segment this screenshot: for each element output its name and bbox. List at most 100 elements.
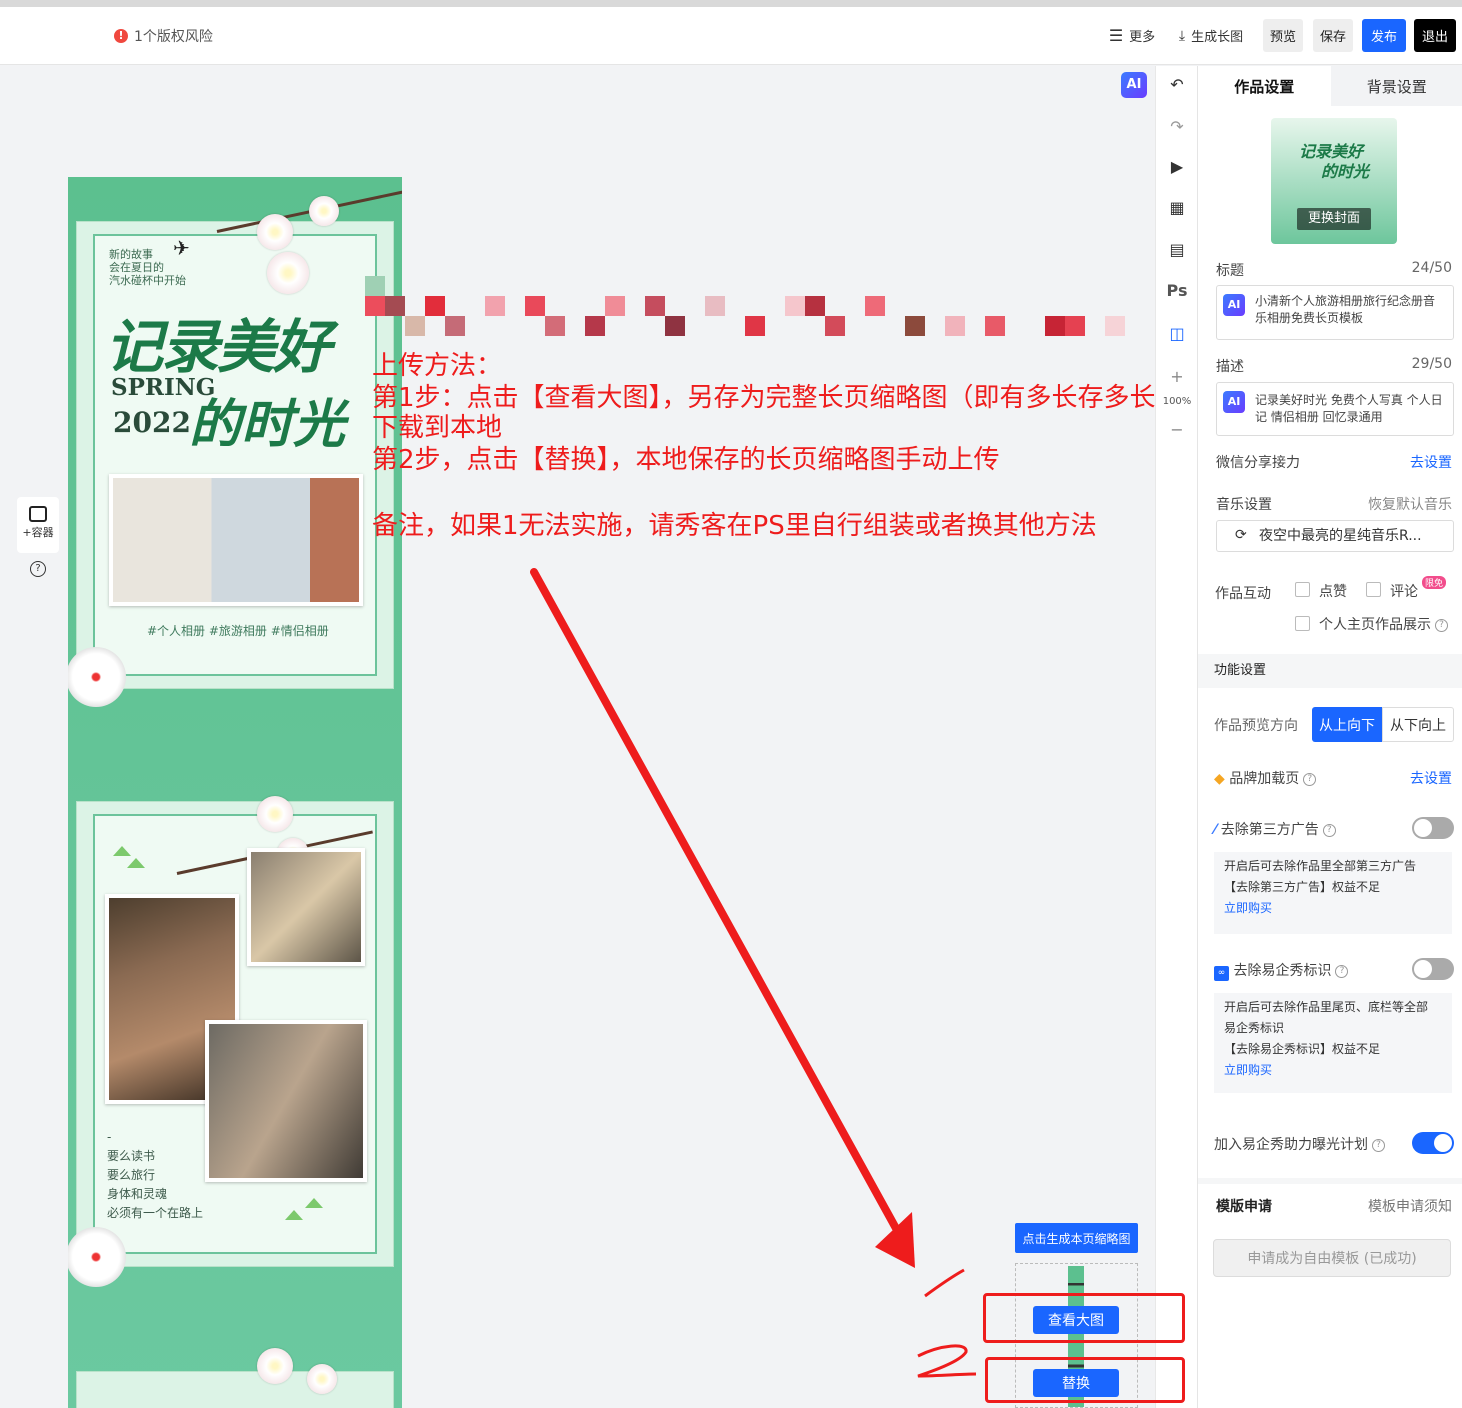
question-icon[interactable]: ?: [1435, 618, 1448, 632]
undo-icon[interactable]: ↶: [1166, 74, 1188, 96]
triangle-decoration: [305, 1198, 323, 1208]
function-settings-header: 功能设置: [1198, 654, 1462, 688]
description-input[interactable]: AI 记录美好时光 免费个人写真 个人日记 情侣相册 回忆录通用: [1216, 382, 1454, 436]
publish-button[interactable]: 发布: [1362, 19, 1406, 52]
exposure-toggle[interactable]: [1412, 1132, 1454, 1154]
poem-text: - 要么读书 要么旅行 身体和灵魂 必须有一个在路上: [107, 1128, 203, 1223]
question-icon[interactable]: ?: [1335, 964, 1349, 978]
buy-now-link[interactable]: 立即购买: [1224, 1060, 1442, 1081]
comment-label: 评论: [1390, 584, 1418, 600]
question-icon[interactable]: ?: [1322, 823, 1336, 837]
tab-work-settings[interactable]: 作品设置: [1198, 66, 1331, 106]
poem-line: -: [107, 1130, 112, 1144]
warning-icon: !: [114, 29, 128, 43]
ai-icon[interactable]: AI: [1223, 391, 1245, 413]
settings-panel: 作品设置 背景设置 记录美好 的时光 更换封面 标题 24/50 AI 小清新个…: [1197, 66, 1462, 1408]
question-icon[interactable]: ?: [1372, 1138, 1385, 1152]
wechat-settings-link[interactable]: 去设置: [1410, 452, 1452, 472]
poem-line: 必须有一个在路上: [107, 1206, 204, 1220]
tab-background-settings[interactable]: 背景设置: [1330, 66, 1462, 106]
remove-logo-toggle[interactable]: [1412, 958, 1454, 980]
grid-icon[interactable]: ▦: [1166, 197, 1188, 219]
copyright-warning[interactable]: ! 1个版权风险: [114, 26, 213, 46]
white-flower-decoration: [68, 1227, 126, 1287]
add-container-tool[interactable]: +容器: [17, 497, 59, 553]
cover-title: 记录美好 的时光: [1299, 142, 1369, 182]
image-icon: [29, 506, 47, 522]
highlight-box-2: [985, 1357, 1185, 1403]
music-selector[interactable]: ⟳ 夜空中最亮的星纯音乐R...: [1216, 520, 1454, 552]
pixel-block: [825, 316, 845, 336]
redo-icon[interactable]: ↷: [1166, 116, 1188, 138]
highlight-box-1: [983, 1293, 1185, 1343]
pixel-block: [805, 296, 825, 316]
poster-tags: #个人相册 #旅游相册 #情侣相册: [147, 624, 329, 638]
preview-direction-label: 作品预览方向: [1214, 718, 1298, 734]
zoom-out-icon[interactable]: −: [1166, 419, 1188, 441]
description-value: 记录美好时光 免费个人写真 个人日记 情侣相册 回忆录通用: [1255, 393, 1443, 424]
remove-ads-toggle[interactable]: [1412, 817, 1454, 839]
poster-title-line1: 记录美好: [105, 313, 331, 381]
cover-title-line: 的时光: [1321, 162, 1370, 181]
preview-button[interactable]: 预览: [1263, 19, 1303, 52]
pixel-block: [385, 296, 405, 316]
change-cover-button[interactable]: 更换封面: [1297, 208, 1371, 230]
buy-now-link[interactable]: 立即购买: [1224, 898, 1442, 919]
profile-show-checkbox[interactable]: [1295, 616, 1310, 631]
brand-settings-link[interactable]: 去设置: [1410, 768, 1452, 788]
intro-line: 汽水碰杯中开始: [109, 274, 186, 287]
save-button[interactable]: 保存: [1313, 19, 1353, 52]
ps-icon[interactable]: Ps: [1166, 280, 1188, 302]
pixel-block: [445, 316, 465, 336]
like-checkbox[interactable]: [1295, 582, 1310, 597]
pixel-block: [485, 296, 505, 316]
more-button[interactable]: ☰ 更多: [1104, 19, 1160, 52]
title-input[interactable]: AI 小清新个人旅游相册旅行纪念册音乐相册免费长页模板: [1216, 285, 1454, 340]
like-label: 点赞: [1319, 584, 1347, 600]
white-flower-decoration: [68, 647, 126, 707]
generate-long-image-button[interactable]: ⤓ 生成长图: [1170, 19, 1252, 52]
direction-bottom-up[interactable]: 从下向上: [1382, 707, 1454, 742]
description-label: 描述: [1216, 359, 1244, 375]
chart-icon[interactable]: ◫: [1166, 323, 1188, 345]
flower-decoration: [257, 796, 293, 832]
generate-thumbnail-button[interactable]: 点击生成本页缩略图: [1015, 1223, 1138, 1253]
direction-top-down[interactable]: 从上向下: [1312, 707, 1382, 742]
info-line: 易企秀标识: [1224, 1021, 1285, 1035]
remove-ads-info: 开启后可去除作品里全部第三方广告 【去除第三方广告】权益不足 立即购买: [1214, 852, 1452, 934]
exposure-text: 加入易企秀助力曝光计划: [1214, 1137, 1368, 1153]
brand-loading-text: 品牌加载页: [1229, 771, 1300, 787]
help-icon[interactable]: ?: [30, 561, 46, 577]
zoom-in-icon[interactable]: +: [1166, 366, 1188, 388]
pixel-block: [905, 316, 925, 336]
pixel-block: [745, 316, 765, 336]
template-notice-link[interactable]: 模板申请须知: [1368, 1196, 1452, 1216]
poem-line: 要么读书: [107, 1149, 156, 1163]
flower-decoration: [309, 196, 339, 226]
cover-image[interactable]: 记录美好 的时光 更换封面: [1271, 118, 1397, 244]
friends-photo: [247, 848, 365, 966]
swallow-icon: ✈: [173, 236, 190, 260]
music-settings-label: 音乐设置: [1216, 497, 1272, 513]
document-icon[interactable]: ▤: [1166, 239, 1188, 261]
exposure-label: 加入易企秀助力曝光计划?: [1214, 1134, 1385, 1154]
template-apply-label: 模版申请: [1216, 1199, 1272, 1215]
poster-preview[interactable]: 新的故事 会在夏日的 汽水碰杯中开始 ✈ 记录美好 SPRING 2022 的时…: [68, 177, 402, 1408]
toggle-knob: [1414, 819, 1432, 837]
instruction-line-3: 下载到本地: [372, 413, 503, 443]
reset-music-link[interactable]: 恢复默认音乐: [1368, 494, 1452, 514]
pixel-block: [645, 296, 665, 316]
ai-icon[interactable]: AI: [1223, 294, 1245, 316]
apply-template-button: 申请成为自由模板 (已成功): [1213, 1239, 1451, 1277]
instruction-line-4: 第2步，点击【替换】，本地保存的长页缩略图手动上传: [372, 445, 1000, 475]
cover-title-line: 记录美好: [1299, 142, 1364, 161]
flower-decoration: [257, 1348, 293, 1384]
toggle-knob: [1434, 1134, 1452, 1152]
exit-button[interactable]: 退出: [1414, 19, 1456, 52]
ai-assistant-icon[interactable]: AI: [1121, 72, 1147, 98]
comment-checkbox[interactable]: [1366, 582, 1381, 597]
add-container-label: +容器: [22, 526, 54, 539]
question-icon[interactable]: ?: [1303, 772, 1317, 786]
pixel-block: [1065, 316, 1085, 336]
play-icon[interactable]: ▶: [1166, 156, 1188, 178]
